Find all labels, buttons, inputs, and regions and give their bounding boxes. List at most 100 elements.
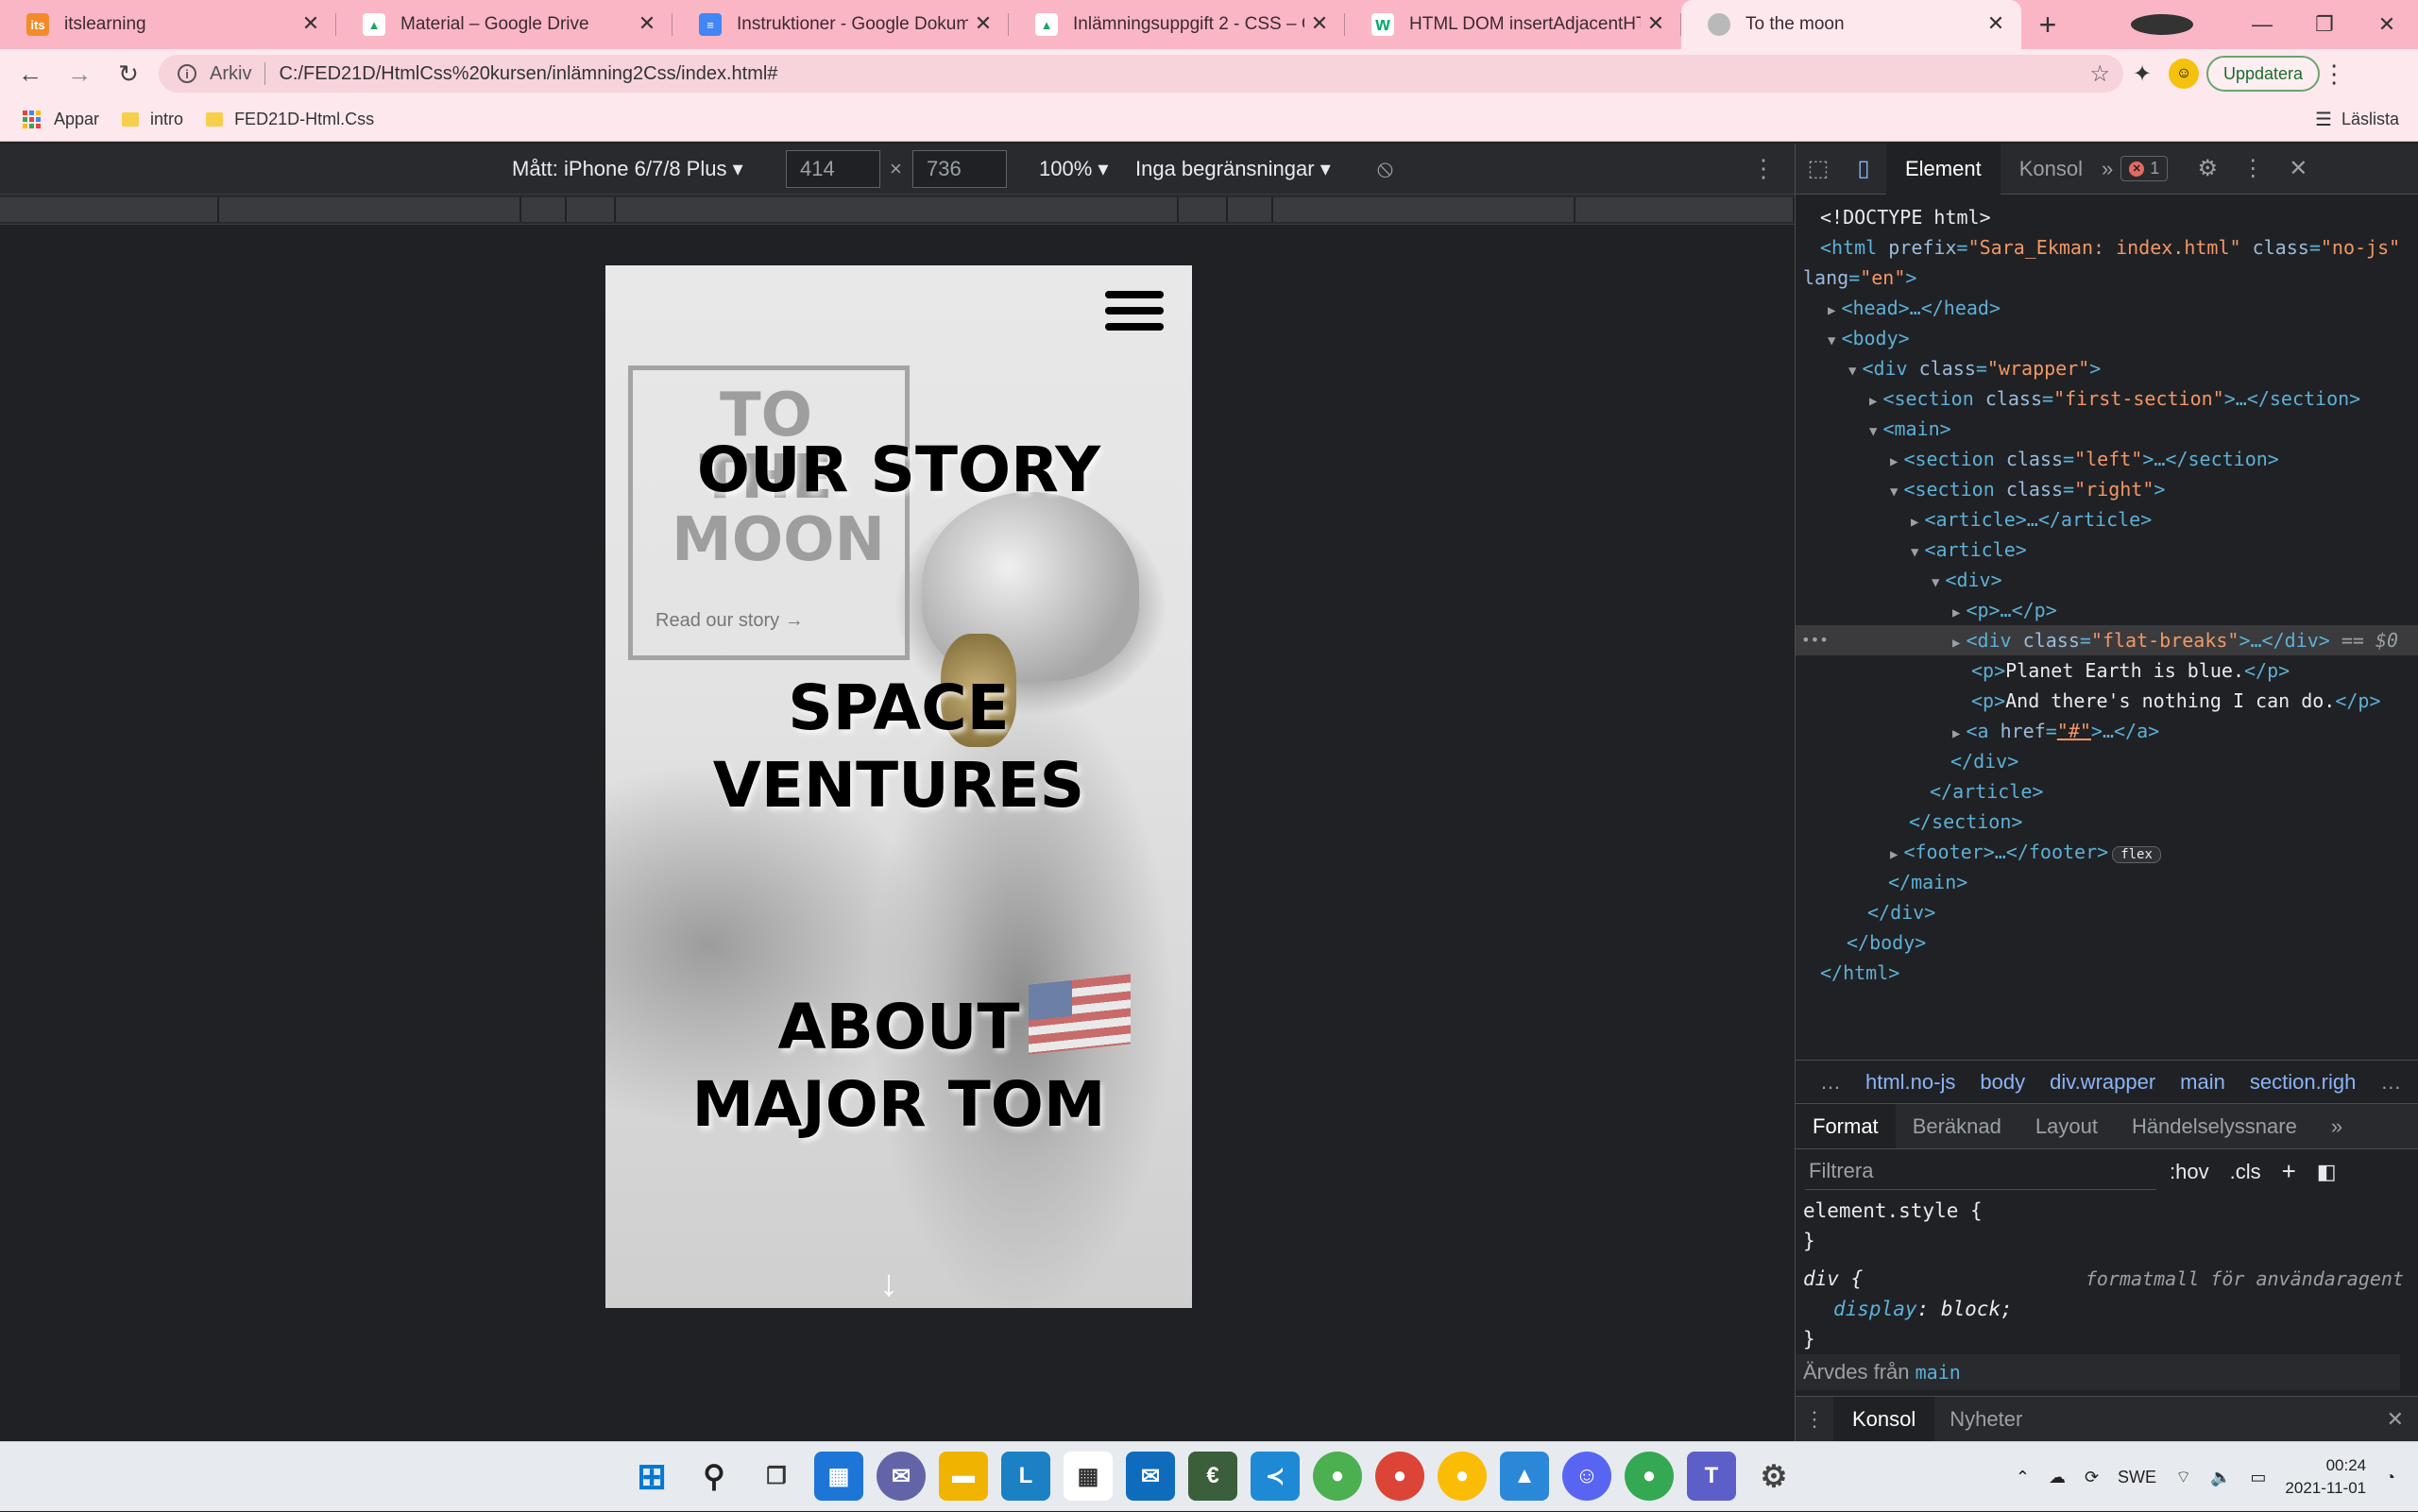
- close-tab-icon[interactable]: ✕: [971, 11, 996, 36]
- dom-div[interactable]: ▼ <div>: [1796, 565, 2418, 595]
- drawer-tab-console[interactable]: Konsol: [1833, 1396, 1935, 1442]
- toggle-sidebar-icon[interactable]: ◧: [2317, 1160, 2337, 1184]
- close-tab-icon[interactable]: ✕: [298, 11, 323, 36]
- battery-icon[interactable]: ▭: [2250, 1468, 2266, 1487]
- media-query-bar[interactable]: [0, 195, 1795, 225]
- clock[interactable]: 00:24 2021-11-01: [2285, 1454, 2366, 1500]
- address-bar[interactable]: i Arkiv C:/FED21D/HtmlCss%20kursen/inläm…: [159, 55, 2123, 93]
- inspect-element-icon[interactable]: ⬚: [1796, 155, 1841, 182]
- onedrive-icon[interactable]: ☁: [2049, 1468, 2066, 1487]
- crumb-html[interactable]: html.no-js: [1865, 1070, 1955, 1095]
- reading-list-button[interactable]: ☰ Läslista: [2315, 108, 2399, 131]
- throttling-select[interactable]: Inga begränsningar ▾: [1135, 157, 1331, 181]
- forward-button[interactable]: →: [60, 55, 98, 93]
- tab-material-drive[interactable]: ▲ Material – Google Drive ✕: [336, 0, 673, 49]
- vscode-icon[interactable]: ≺: [1251, 1452, 1300, 1501]
- teams-icon[interactable]: T: [1687, 1452, 1736, 1501]
- styles-filter-input[interactable]: Filtrera: [1805, 1154, 2156, 1190]
- crumb-ellipsis[interactable]: …: [1820, 1070, 1841, 1095]
- profile-avatar[interactable]: ☺: [2169, 59, 2199, 89]
- start-windows-icon[interactable]: ⊞: [627, 1452, 676, 1501]
- wifi-icon[interactable]: ⌔: [2175, 1467, 2191, 1488]
- scroll-down-arrow-icon[interactable]: ↓: [879, 1263, 898, 1305]
- tab-styles[interactable]: Format: [1796, 1103, 1896, 1149]
- tab-itslearning[interactable]: its itslearning ✕: [0, 0, 336, 49]
- crumb-main[interactable]: main: [2180, 1070, 2225, 1095]
- minimize-icon[interactable]: —: [2231, 12, 2293, 37]
- cls-toggle[interactable]: .cls: [2230, 1160, 2261, 1184]
- dom-wrapper[interactable]: ▼ <div class="wrapper">: [1796, 353, 2418, 383]
- discord-icon[interactable]: ☺: [1562, 1452, 1611, 1501]
- dom-flat-breaks-selected[interactable]: ••• ▶ <div class="flat-breaks">…</div> == …: [1796, 625, 2418, 655]
- dom-section-left[interactable]: ▶ <section class="left">…</section>: [1796, 444, 2418, 474]
- viewport-height-input[interactable]: [912, 150, 1007, 188]
- viewport-width-input[interactable]: [786, 150, 880, 188]
- nav-about-major-tom[interactable]: ABOUT MAJOR TOM: [605, 989, 1192, 1144]
- settings-icon[interactable]: ⚙: [1749, 1452, 1798, 1501]
- dom-wrapper-close[interactable]: </div>: [1796, 897, 2418, 927]
- dom-p-collapsed[interactable]: ▶ <p>…</p>: [1796, 595, 2418, 625]
- mail-icon[interactable]: ✉: [1126, 1452, 1175, 1501]
- teams-chat-icon[interactable]: ✉: [877, 1452, 926, 1501]
- chrome-profile-3-icon[interactable]: ●: [1625, 1452, 1674, 1501]
- rotate-icon[interactable]: ⦸: [1377, 154, 1393, 184]
- dom-section-close[interactable]: </section>: [1796, 807, 2418, 837]
- reload-button[interactable]: ↻: [110, 55, 147, 93]
- dom-main-close[interactable]: </main>: [1796, 867, 2418, 897]
- notification-icon[interactable]: ◔: [2385, 1468, 2395, 1487]
- crumb-section-right[interactable]: section.righ: [2250, 1070, 2357, 1095]
- inherited-from-link[interactable]: main: [1916, 1361, 1961, 1384]
- tab-computed[interactable]: Beräknad: [1896, 1104, 2018, 1149]
- devtools-menu-icon[interactable]: ⋮: [2230, 155, 2275, 182]
- more-tabs-icon[interactable]: »: [2102, 157, 2113, 181]
- search-icon[interactable]: ⚲: [690, 1452, 739, 1501]
- dom-p-planet[interactable]: <p>Planet Earth is blue.</p>: [1796, 655, 2418, 686]
- drawer-tab-news[interactable]: Nyheter: [1934, 1407, 2037, 1432]
- tab-elements[interactable]: Element: [1886, 143, 2001, 195]
- close-tab-icon[interactable]: ✕: [1984, 11, 2008, 36]
- zoom-select[interactable]: 100% ▾: [1039, 157, 1108, 181]
- display-declaration[interactable]: display: block;: [1803, 1294, 2408, 1324]
- read-our-story-link[interactable]: Read our story →: [656, 610, 804, 632]
- crumb-wrapper[interactable]: div.wrapper: [2050, 1070, 2155, 1095]
- sync-icon[interactable]: ⟳: [2085, 1468, 2099, 1487]
- add-rule-icon[interactable]: +: [2282, 1157, 2296, 1186]
- close-window-icon[interactable]: ✕: [2356, 12, 2418, 37]
- close-drawer-icon[interactable]: ✕: [2387, 1407, 2404, 1432]
- tab-console[interactable]: Konsol: [2001, 157, 2102, 181]
- dom-article[interactable]: ▼ <article>: [1796, 535, 2418, 565]
- volume-icon[interactable]: 🔈: [2210, 1468, 2231, 1487]
- file-explorer-icon[interactable]: ▬: [939, 1452, 988, 1501]
- tab-w3schools[interactable]: w HTML DOM insertAdjacentHTML ✕: [1345, 0, 1681, 49]
- l-app-icon[interactable]: L: [1001, 1452, 1050, 1501]
- close-devtools-icon[interactable]: ✕: [2275, 155, 2321, 182]
- notes-app-icon[interactable]: €: [1188, 1452, 1237, 1501]
- restore-icon[interactable]: ❐: [2293, 12, 2356, 37]
- tray-chevron-icon[interactable]: ⌃: [2016, 1468, 2030, 1487]
- microsoft-store-icon[interactable]: ▦: [1064, 1452, 1113, 1501]
- dom-article-close[interactable]: </article>: [1796, 776, 2418, 807]
- hov-toggle[interactable]: :hov: [2170, 1160, 2209, 1184]
- bookmark-fed21d[interactable]: FED21D-Html.Css: [206, 110, 374, 129]
- info-icon[interactable]: i: [178, 64, 196, 83]
- close-tab-icon[interactable]: ✕: [635, 11, 659, 36]
- tab-instruktioner[interactable]: ≡ Instruktioner - Google Dokument ✕: [673, 0, 1009, 49]
- dom-div-close[interactable]: </div>: [1796, 746, 2418, 776]
- close-tab-icon[interactable]: ✕: [1643, 11, 1668, 36]
- error-count-badge[interactable]: ✕ 1: [2120, 156, 2169, 181]
- dom-section-right[interactable]: ▼ <section class="right">: [1796, 474, 2418, 504]
- more-styles-tabs-icon[interactable]: »: [2314, 1104, 2359, 1149]
- nav-our-story[interactable]: OUR STORY: [605, 432, 1192, 509]
- dom-head[interactable]: ▶ <head>…</head>: [1796, 293, 2418, 323]
- crumb-more[interactable]: …: [2380, 1070, 2401, 1095]
- tab-event-listeners[interactable]: Händelselyssnare: [2115, 1104, 2314, 1149]
- div-rule[interactable]: div {formatmall för användaragent: [1803, 1264, 2408, 1294]
- nav-space-ventures[interactable]: SPACE VENTURES: [605, 670, 1192, 824]
- dom-body[interactable]: ▼ <body>: [1796, 323, 2418, 353]
- flex-badge[interactable]: flex: [2112, 846, 2161, 863]
- bookmark-intro[interactable]: intro: [122, 110, 183, 129]
- device-select[interactable]: Mått: iPhone 6/7/8 Plus ▾: [512, 157, 743, 181]
- tab-layout[interactable]: Layout: [2018, 1104, 2115, 1149]
- dom-html[interactable]: <html prefix="Sara_Ekman: index.html" cl…: [1796, 232, 2418, 263]
- tab-search-icon[interactable]: ▾: [2131, 12, 2193, 36]
